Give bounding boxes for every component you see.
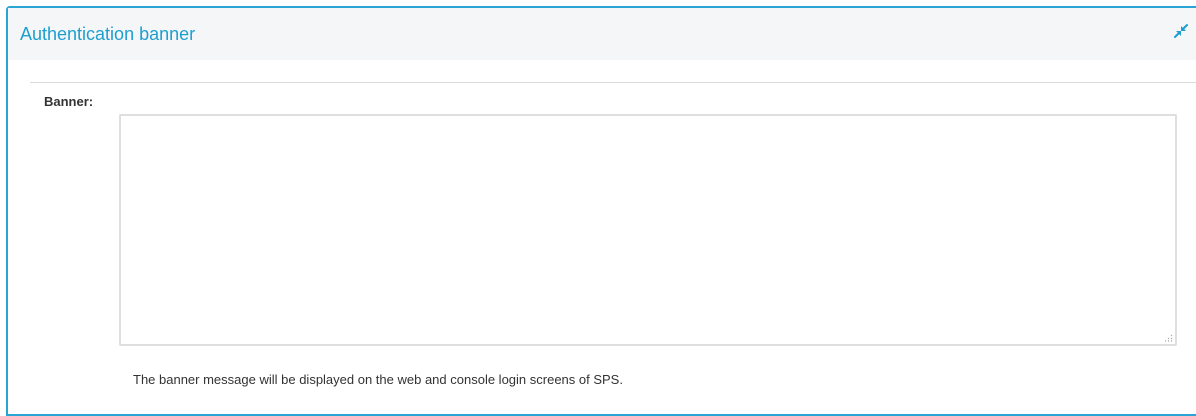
banner-textarea[interactable]	[119, 114, 1177, 346]
panel-header: Authentication banner	[8, 8, 1196, 60]
authentication-banner-panel: Authentication banner Banner: The banner…	[6, 6, 1196, 416]
collapse-arrows-icon	[1174, 24, 1188, 38]
banner-label: Banner:	[44, 94, 94, 109]
section-divider	[30, 82, 1196, 83]
banner-help-text: The banner message will be displayed on …	[133, 372, 623, 387]
resize-grip-icon[interactable]	[1165, 334, 1173, 342]
panel-title: Authentication banner	[20, 24, 196, 44]
collapse-panel-button[interactable]	[1172, 22, 1194, 44]
